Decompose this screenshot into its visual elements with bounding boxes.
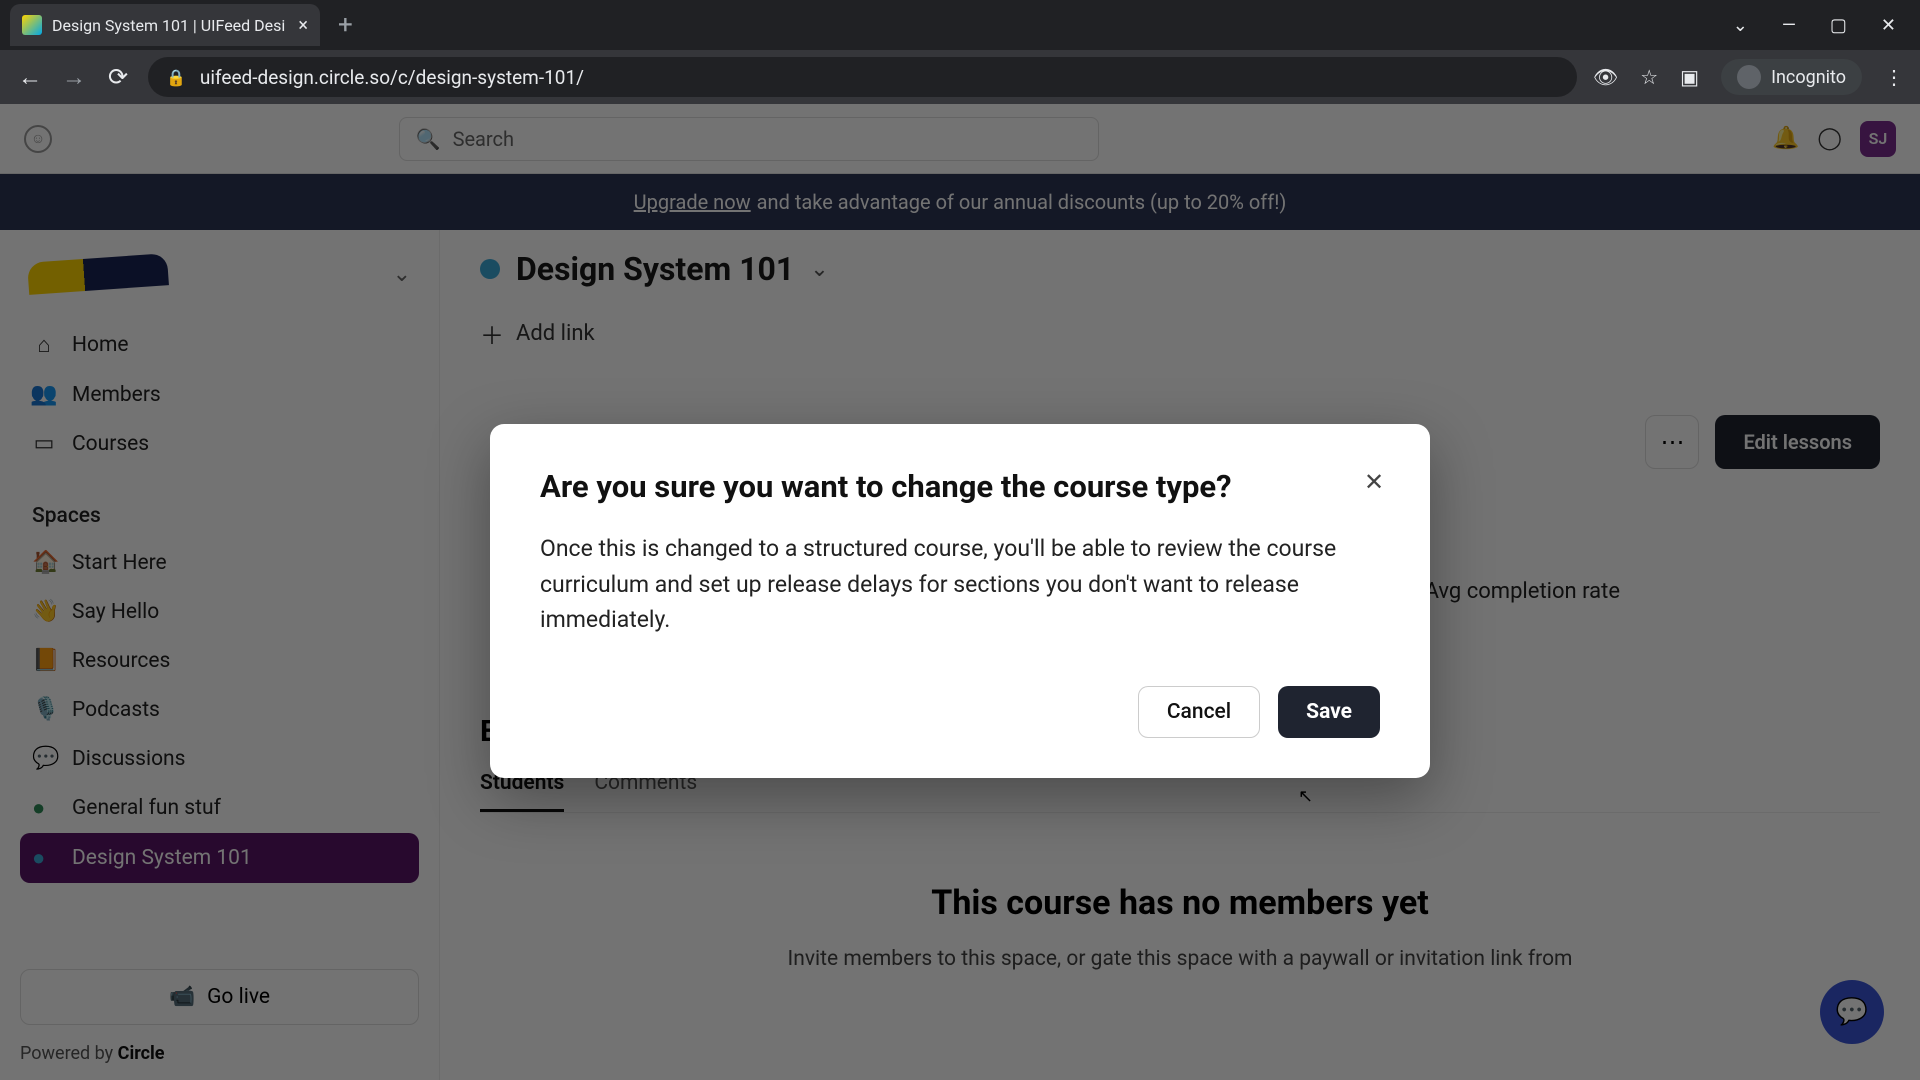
confirm-modal: Are you sure you want to change the cour… [490,424,1430,778]
browser-tab-strip: Design System 101 | UIFeed Desi × + ⌄ — … [0,0,1920,50]
tab-title: Design System 101 | UIFeed Desi [52,16,285,35]
cancel-button[interactable]: Cancel [1138,686,1260,738]
modal-body: Once this is changed to a structured cou… [540,531,1380,638]
save-button[interactable]: Save [1278,686,1380,738]
panel-icon[interactable]: ▣ [1680,65,1699,89]
incognito-icon [1737,65,1761,89]
modal-close-button[interactable]: ✕ [1356,464,1392,500]
bookmark-icon[interactable]: ☆ [1640,65,1658,89]
browser-toolbar: ← → ⟳ 🔒 uifeed-design.circle.so/c/design… [0,50,1920,104]
minimize-icon[interactable]: — [1782,15,1796,36]
back-button[interactable]: ← [16,63,44,92]
kebab-menu-icon[interactable]: ⋮ [1884,65,1904,89]
new-tab-button[interactable]: + [320,10,371,40]
tab-search-icon[interactable]: ⌄ [1733,15,1748,36]
favicon-icon [22,15,42,35]
close-window-icon[interactable]: ✕ [1881,15,1896,36]
modal-title: Are you sure you want to change the cour… [540,468,1380,505]
incognito-badge[interactable]: Incognito [1721,59,1862,95]
address-bar[interactable]: 🔒 uifeed-design.circle.so/c/design-syste… [148,57,1577,97]
url-text: uifeed-design.circle.so/c/design-system-… [200,66,584,89]
lock-icon: 🔒 [166,68,186,87]
reload-button[interactable]: ⟳ [104,63,132,91]
browser-tab[interactable]: Design System 101 | UIFeed Desi × [10,4,320,46]
extensions-icon[interactable]: 👁 [1593,65,1618,89]
close-tab-icon[interactable]: × [298,15,308,36]
maximize-icon[interactable]: ▢ [1830,15,1847,36]
forward-button[interactable]: → [60,63,88,92]
window-controls: ⌄ — ▢ ✕ [1733,0,1920,50]
